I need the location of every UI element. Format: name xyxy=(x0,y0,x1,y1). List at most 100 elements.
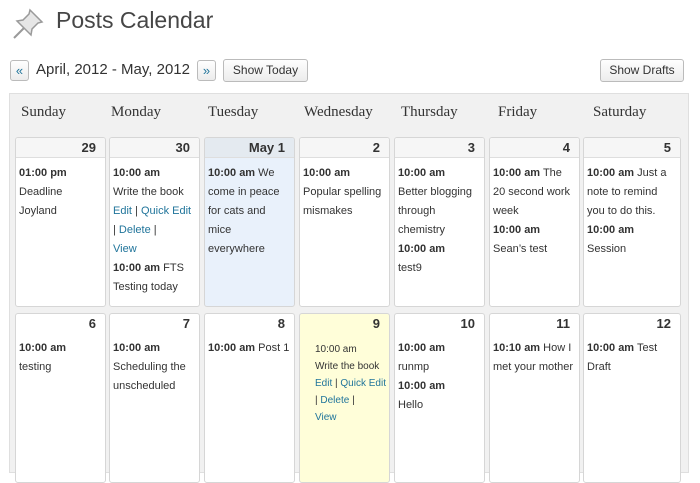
post-time: 10:00 am xyxy=(587,167,635,179)
weekday-thursday: Thursday xyxy=(401,104,458,120)
post-time: 10:00 am xyxy=(315,344,357,355)
post-item[interactable]: 10:10 am How I met your mother xyxy=(493,339,576,377)
post-time: 10:00 am xyxy=(113,262,161,274)
day-cell[interactable]: 29 01:00 pm Deadline Joyland xyxy=(15,137,106,307)
quick-edit-label-1: Quick xyxy=(140,205,170,217)
post-title: Session xyxy=(587,243,627,255)
day-number: 29 xyxy=(16,138,105,158)
pushpin-icon xyxy=(13,8,44,39)
separator: | xyxy=(113,224,116,236)
post-title: Post 1 xyxy=(258,342,290,354)
post-item[interactable]: 10:00 am Better blogging through chemistr… xyxy=(398,164,481,240)
post-time: 10:00 am xyxy=(587,224,635,236)
day-cell[interactable]: 7 10:00 am Scheduling the unscheduled xyxy=(109,313,200,483)
post-title: Deadline Joyland xyxy=(19,186,63,217)
post-item[interactable]: 10:00 am Write the book xyxy=(113,164,196,202)
calendar-grid: Sunday Monday Tuesday Wednesday Thursday… xyxy=(9,93,689,483)
post-title: Write the book xyxy=(113,186,184,198)
view-link[interactable]: View xyxy=(315,412,337,423)
post-title: testing xyxy=(19,361,52,373)
post-time: 10:00 am xyxy=(113,167,161,179)
quick-edit-label-1: Quick xyxy=(340,378,366,389)
separator: | xyxy=(315,395,318,406)
post-time: 10:00 am xyxy=(19,342,67,354)
post-time: 10:00 am xyxy=(587,342,635,354)
post-item[interactable]: 10:00 am Write the book xyxy=(315,341,386,375)
quick-edit-label-2: Edit xyxy=(172,205,192,217)
post-title: Popular spelling mismakes xyxy=(303,186,382,217)
show-today-button[interactable]: Show Today xyxy=(223,59,308,82)
post-time: 01:00 pm xyxy=(19,167,67,179)
post-time: 10:00 am xyxy=(398,167,446,179)
post-actions: Edit | Quick Edit | Delete | View xyxy=(315,375,386,426)
day-number: 5 xyxy=(584,138,680,158)
post-item[interactable]: 10:00 am runmp xyxy=(398,339,481,377)
post-item[interactable]: 10:00 am Popular spelling mismakes xyxy=(303,164,386,221)
post-item[interactable]: 10:00 am Session xyxy=(587,221,677,259)
day-cell[interactable]: 4 10:00 am The 20 second work week 10:00… xyxy=(489,137,580,307)
post-title: Better blogging through chemistry xyxy=(398,186,472,236)
quick-edit-link[interactable]: Quick Edit xyxy=(141,205,191,217)
post-actions: Edit | Quick Edit | Delete | View xyxy=(113,202,196,259)
day-number: 30 xyxy=(110,138,199,158)
post-title: Hello xyxy=(398,399,424,411)
day-cell[interactable]: 6 10:00 am testing xyxy=(15,313,106,483)
next-month-button[interactable]: » xyxy=(197,60,216,81)
separator: | xyxy=(335,378,338,389)
post-item[interactable]: 10:00 am Just a note to remind you to do… xyxy=(587,164,677,221)
day-number: 2 xyxy=(300,138,389,158)
post-title: Sean’s test xyxy=(493,243,548,255)
post-item[interactable]: 10:00 am Hello xyxy=(398,377,481,415)
post-item[interactable]: 10:00 am Sean’s test xyxy=(493,221,576,259)
post-time: 10:10 am xyxy=(493,342,541,354)
post-time: 10:00 am xyxy=(493,224,541,236)
post-title: test9 xyxy=(398,262,422,274)
day-number: 4 xyxy=(490,138,579,158)
weekday-friday: Friday xyxy=(498,104,538,120)
post-item[interactable]: 10:00 am Post 1 xyxy=(208,339,291,358)
day-number: 3 xyxy=(395,138,484,158)
post-item[interactable]: 10:00 am Scheduling the unscheduled xyxy=(113,339,196,396)
edit-link[interactable]: Edit xyxy=(315,378,332,389)
prev-month-button[interactable]: « xyxy=(10,60,29,81)
post-item[interactable]: 10:00 am The 20 second work week xyxy=(493,164,576,221)
day-cell[interactable]: 30 10:00 am Write the book Edit | Quick E… xyxy=(109,137,200,307)
delete-link[interactable]: Delete xyxy=(119,224,151,236)
view-link[interactable]: View xyxy=(113,243,137,255)
day-cell[interactable]: 12 10:00 am Test Draft xyxy=(583,313,681,483)
separator: | xyxy=(153,224,157,236)
post-time: 10:00 am xyxy=(303,167,351,179)
post-item[interactable]: 01:00 pm Deadline Joyland xyxy=(19,164,102,221)
weekday-tuesday: Tuesday xyxy=(208,104,259,120)
quick-edit-link[interactable]: Quick Edit xyxy=(340,378,386,389)
day-number: 7 xyxy=(182,316,190,331)
day-cell[interactable]: 5 10:00 am Just a note to remind you to … xyxy=(583,137,681,307)
post-time: 10:00 am xyxy=(398,342,446,354)
day-cell-hovered[interactable]: 9 10:00 am Write the book Edit | Quick Ed… xyxy=(299,313,390,483)
post-item[interactable]: 10:00 am test9 xyxy=(398,240,481,278)
post-item[interactable]: 10:00 am We come in peace for cats and m… xyxy=(208,164,291,259)
day-number: 6 xyxy=(88,316,96,331)
post-item[interactable]: 10:00 am testing xyxy=(19,339,102,377)
post-time: 10:00 am xyxy=(398,380,446,392)
quick-edit-label-2: Edit xyxy=(368,378,386,389)
post-title: We come in peace for cats and mice every… xyxy=(208,167,280,255)
page-title: Posts Calendar xyxy=(56,7,214,33)
post-item[interactable]: 10:00 am FTS Testing today xyxy=(113,259,196,297)
day-number: May 1 xyxy=(205,138,294,158)
post-time: 10:00 am xyxy=(113,342,161,354)
weekday-wednesday: Wednesday xyxy=(304,104,373,120)
day-cell[interactable]: 2 10:00 am Popular spelling mismakes xyxy=(299,137,390,307)
post-item[interactable]: 10:00 am Test Draft xyxy=(587,339,677,377)
show-drafts-button[interactable]: Show Drafts xyxy=(600,59,684,82)
day-cell[interactable]: 11 10:10 am How I met your mother xyxy=(489,313,580,483)
day-cell[interactable]: 3 10:00 am Better blogging through chemis… xyxy=(394,137,485,307)
day-cell[interactable]: 8 10:00 am Post 1 xyxy=(204,313,295,483)
separator: | xyxy=(352,395,355,406)
edit-link[interactable]: Edit xyxy=(113,205,132,217)
day-cell[interactable]: 10 10:00 am runmp 10:00 am Hello xyxy=(394,313,485,483)
day-cell-today[interactable]: May 1 10:00 am We come in peace for cats… xyxy=(204,137,295,307)
delete-link[interactable]: Delete xyxy=(320,395,349,406)
post-time: 10:00 am xyxy=(208,167,256,179)
weekday-sunday: Sunday xyxy=(21,104,66,120)
